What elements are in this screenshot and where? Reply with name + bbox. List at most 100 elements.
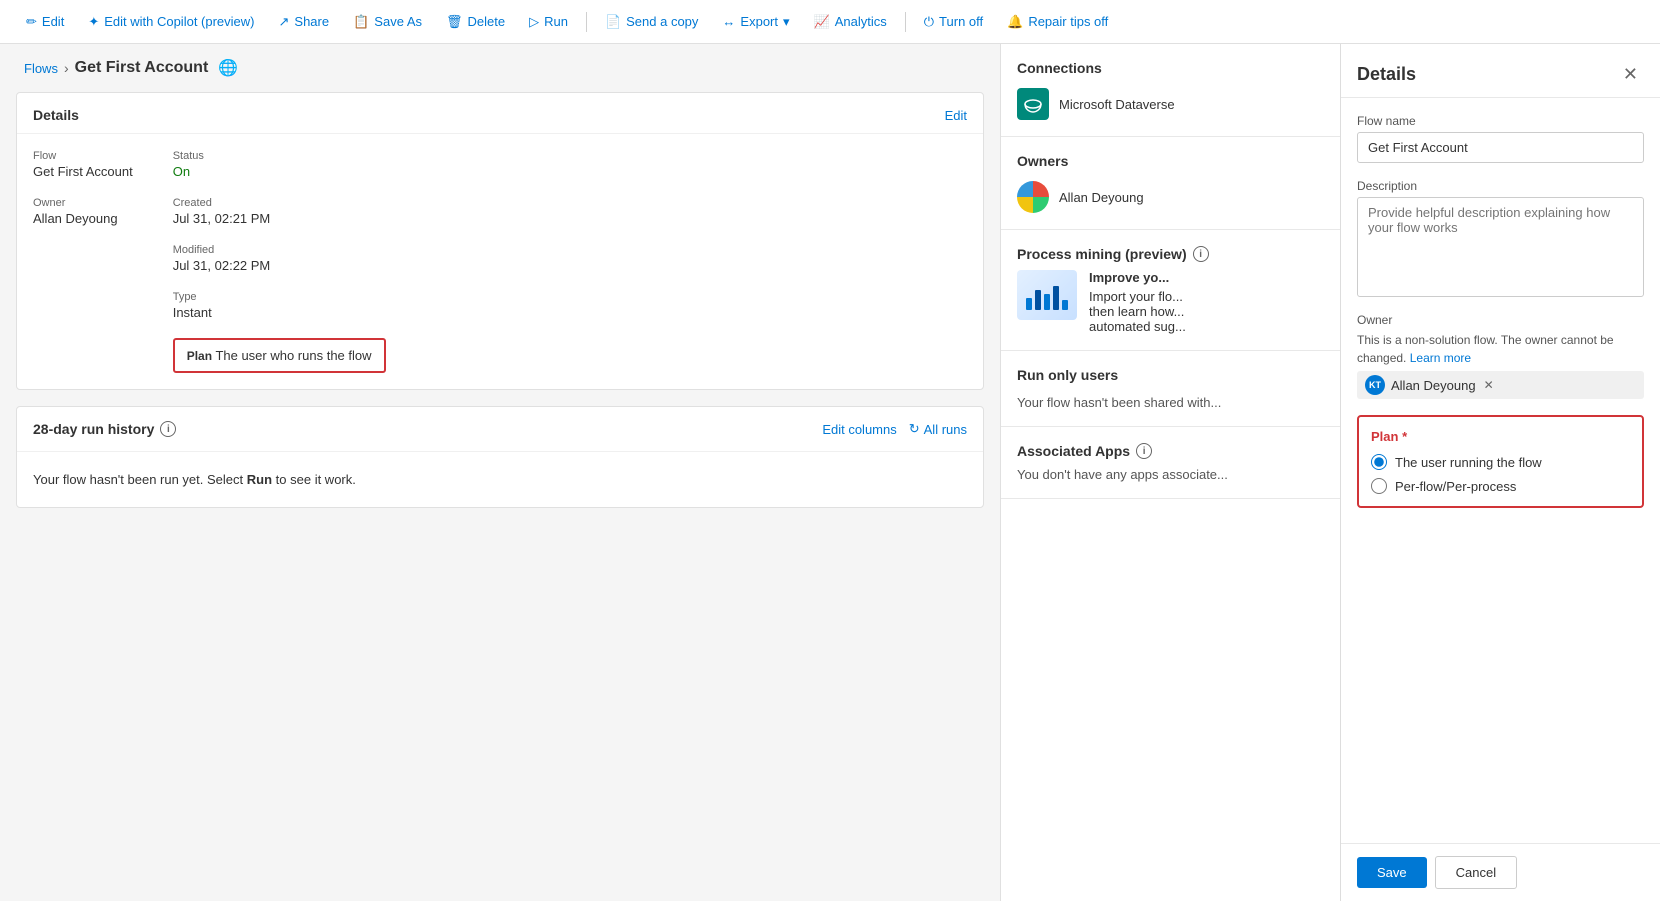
details-card: Details Edit Flow Get First Account Owne… — [16, 92, 984, 390]
all-runs-button[interactable]: ↻ All runs — [909, 421, 967, 437]
owner-field-group: Owner This is a non-solution flow. The o… — [1357, 313, 1644, 399]
run-button[interactable]: ▷ Run — [519, 8, 578, 36]
edit-copilot-button[interactable]: ✦ Edit with Copilot (preview) — [78, 8, 264, 36]
analytics-button[interactable]: 📈 Analytics — [804, 8, 897, 36]
dataverse-name: Microsoft Dataverse — [1059, 97, 1175, 112]
status-value: On — [173, 164, 386, 179]
send-copy-button[interactable]: 📄 Send a copy — [595, 8, 708, 36]
description-textarea[interactable] — [1357, 197, 1644, 297]
close-icon: ✕ — [1623, 64, 1638, 84]
flow-name-field-group: Flow name — [1357, 114, 1644, 163]
run-history-title: 28-day run history — [33, 421, 154, 437]
connections-title: Connections — [1017, 60, 1324, 76]
toolbar: ✏ Edit ✦ Edit with Copilot (preview) ↗ S… — [0, 0, 1660, 44]
export-button[interactable]: ↔ Export ▾ — [712, 8, 799, 36]
plan-box: Plan The user who runs the flow — [173, 338, 386, 373]
breadcrumb-parent[interactable]: Flows — [24, 61, 58, 76]
plan-required-star: * — [1402, 429, 1407, 444]
edit-button[interactable]: ✏ Edit — [16, 8, 74, 36]
process-mining-info-icon[interactable]: i — [1193, 246, 1209, 262]
separator2 — [905, 12, 906, 32]
breadcrumb-current: Get First Account — [75, 59, 209, 77]
save-as-button[interactable]: 📋 Save As — [343, 8, 432, 36]
copilot-icon: ✦ — [88, 14, 99, 30]
created-detail: Created Jul 31, 02:21 PM — [173, 197, 386, 226]
run-title-row: 28-day run history i — [33, 421, 176, 437]
owner-tag: KT Allan Deyoung ✕ — [1357, 371, 1644, 399]
repair-tips-button[interactable]: 🔔 Repair tips off — [997, 8, 1118, 36]
details-card-title: Details — [33, 107, 79, 123]
save-button[interactable]: Save — [1357, 857, 1427, 888]
status-detail: Status On — [173, 150, 386, 179]
details-left-col: Flow Get First Account Owner Allan Deyou… — [33, 150, 133, 373]
left-content: Flows › Get First Account 🌐 Details Edit… — [0, 44, 1000, 901]
bar-2 — [1035, 290, 1041, 310]
plan-option2-radio[interactable] — [1371, 478, 1387, 494]
process-mining-title-row: Process mining (preview) i — [1017, 246, 1324, 262]
delete-icon: 🗑 — [446, 14, 463, 30]
run-only-empty: Your flow hasn't been shared with... — [1017, 395, 1324, 410]
owner-label: Owner — [33, 197, 133, 209]
run-icon: ▷ — [529, 14, 539, 30]
status-label: Status — [173, 150, 386, 162]
details-edit-link[interactable]: Edit — [945, 108, 967, 123]
associated-apps-empty: You don't have any apps associate... — [1017, 467, 1324, 482]
turn-off-button[interactable]: ⏻ Turn off — [914, 8, 993, 36]
owner-tag-remove[interactable]: ✕ — [1484, 378, 1494, 392]
plan-label: Plan — [187, 349, 212, 363]
delete-button[interactable]: 🗑 Delete — [436, 8, 515, 36]
description-field-group: Description — [1357, 179, 1644, 297]
owner-field-label: Owner — [1357, 313, 1644, 327]
export-chevron-icon: ▾ — [783, 14, 790, 30]
associated-apps-info-icon[interactable]: i — [1136, 443, 1152, 459]
owner-value: Allan Deyoung — [33, 211, 133, 226]
owners-section: Owners Allan Deyoung — [1001, 137, 1340, 230]
flow-name-input[interactable] — [1357, 132, 1644, 163]
close-button[interactable]: ✕ — [1617, 62, 1644, 87]
owner-name: Allan Deyoung — [1059, 190, 1144, 205]
breadcrumb: Flows › Get First Account 🌐 — [0, 44, 1000, 92]
refresh-icon: ↻ — [909, 421, 920, 437]
modified-detail: Modified Jul 31, 02:22 PM — [173, 244, 386, 273]
created-label: Created — [173, 197, 386, 209]
plan-field-label: Plan * — [1371, 429, 1630, 444]
plan-option1-label: The user running the flow — [1395, 455, 1542, 470]
share-button[interactable]: ↗ Share — [269, 8, 340, 36]
power-icon: ⏻ — [924, 14, 934, 30]
process-mining-image — [1017, 270, 1077, 320]
plan-value: The user who runs the flow — [215, 348, 371, 363]
plan-option1-item[interactable]: The user running the flow — [1371, 454, 1630, 470]
run-history-card: 28-day run history i Edit columns ↻ All … — [16, 406, 984, 508]
run-history-info-icon[interactable]: i — [160, 421, 176, 437]
owner-tag-avatar: KT — [1365, 375, 1385, 395]
globe-icon: 🌐 — [218, 58, 238, 78]
bar-chart — [1026, 280, 1068, 310]
details-grid: Flow Get First Account Owner Allan Deyou… — [17, 134, 983, 389]
run-only-users-section: Run only users Your flow hasn't been sha… — [1001, 351, 1340, 427]
save-as-icon: 📋 — [353, 14, 369, 30]
plan-option1-radio[interactable] — [1371, 454, 1387, 470]
owner-item: Allan Deyoung — [1017, 181, 1324, 213]
run-history-empty: Your flow hasn't been run yet. Select Ru… — [17, 452, 983, 507]
owners-title: Owners — [1017, 153, 1324, 169]
bar-5 — [1062, 300, 1068, 310]
modified-value: Jul 31, 02:22 PM — [173, 258, 386, 273]
edit-icon: ✏ — [26, 14, 37, 30]
plan-option2-item[interactable]: Per-flow/Per-process — [1371, 478, 1630, 494]
edit-columns-button[interactable]: Edit columns — [822, 422, 896, 437]
separator — [586, 12, 587, 32]
details-panel-body: Flow name Description Owner This is a no… — [1341, 98, 1660, 843]
owner-avatar — [1017, 181, 1049, 213]
associated-apps-title: Associated Apps — [1017, 443, 1130, 459]
owner-description: This is a non-solution flow. The owner c… — [1357, 331, 1644, 367]
bar-4 — [1053, 286, 1059, 310]
dataverse-icon — [1017, 88, 1049, 120]
process-mining-card: Improve yo... Import your flo...then lea… — [1017, 270, 1324, 334]
associated-apps-section: Associated Apps i You don't have any app… — [1001, 427, 1340, 499]
cancel-button[interactable]: Cancel — [1435, 856, 1517, 889]
process-mining-title: Process mining (preview) — [1017, 246, 1187, 262]
learn-more-link[interactable]: Learn more — [1410, 351, 1471, 365]
details-side-panel: Details ✕ Flow name Description Owner Th… — [1340, 44, 1660, 901]
owner-detail: Owner Allan Deyoung — [33, 197, 133, 226]
owner-tag-name: Allan Deyoung — [1391, 378, 1476, 393]
